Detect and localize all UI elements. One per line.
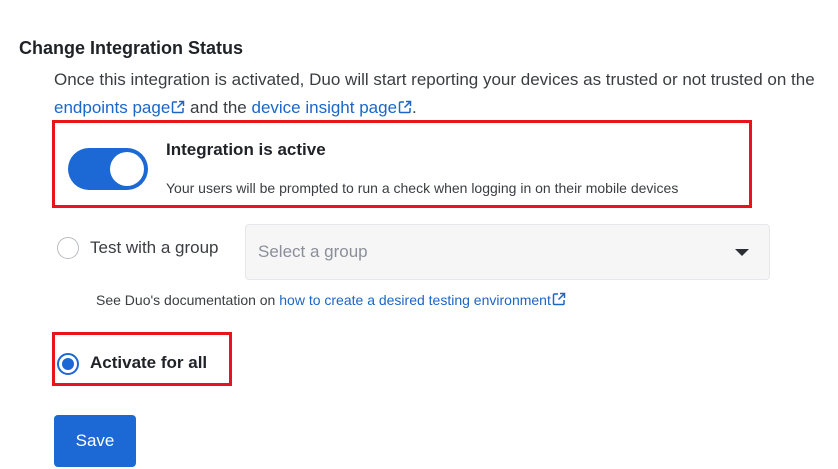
toggle-knob	[110, 152, 144, 186]
group-select-placeholder: Select a group	[258, 242, 368, 261]
test-with-group-label[interactable]: Test with a group	[90, 238, 219, 258]
activate-for-all-radio[interactable]	[57, 353, 79, 375]
docs-text: See Duo's documentation on	[96, 292, 276, 308]
activate-for-all-label[interactable]: Activate for all	[90, 353, 207, 373]
description-period: .	[412, 98, 417, 117]
chevron-down-icon	[735, 249, 749, 256]
endpoints-page-link[interactable]: endpoints page	[54, 98, 190, 117]
testing-environment-docs-link[interactable]: how to create a desired testing environm…	[279, 292, 566, 308]
description-text: Once this integration is activated, Duo …	[54, 70, 815, 89]
device-insight-link-label: device insight page	[251, 98, 398, 117]
toggle-subtitle: Your users will be prompted to run a che…	[166, 180, 679, 196]
radio-selected-dot	[62, 358, 74, 370]
docs-note: See Duo's documentation on how to create…	[96, 292, 566, 308]
device-insight-page-link[interactable]: device insight page	[251, 98, 412, 117]
section-description: Once this integration is activated, Duo …	[54, 66, 834, 122]
save-button[interactable]: Save	[54, 415, 136, 467]
toggle-title: Integration is active	[166, 140, 326, 159]
external-link-icon	[172, 100, 185, 114]
test-with-group-radio[interactable]	[57, 237, 79, 259]
integration-active-toggle[interactable]	[68, 148, 148, 190]
external-link-icon	[552, 292, 566, 306]
group-select[interactable]: Select a group	[245, 224, 770, 280]
description-text-and: and the	[190, 98, 247, 117]
endpoints-link-label: endpoints page	[54, 98, 171, 117]
integration-status-panel: Change Integration Status Once this inte…	[0, 0, 838, 469]
section-title: Change Integration Status	[19, 38, 244, 58]
docs-link-label: how to create a desired testing environm…	[279, 292, 551, 308]
external-link-icon	[398, 100, 412, 114]
